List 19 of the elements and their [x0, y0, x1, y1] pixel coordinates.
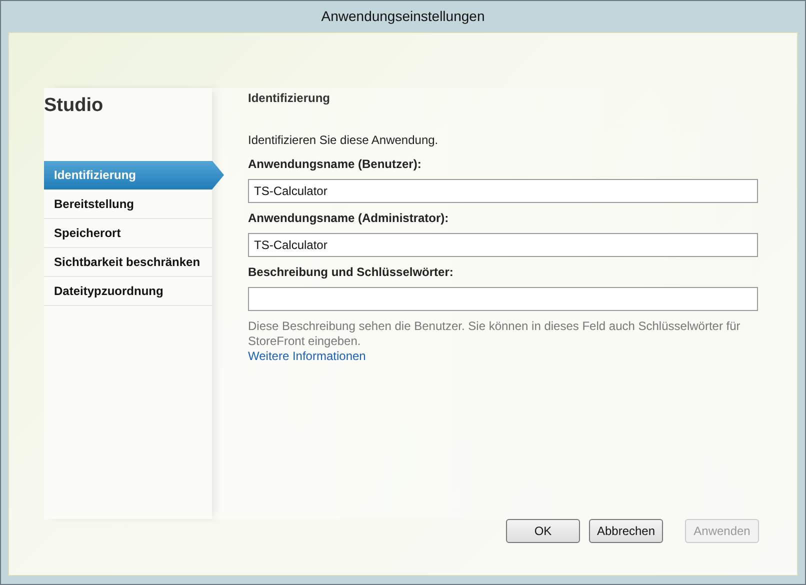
- sidebar-item[interactable]: Dateitypzuordnung: [44, 276, 212, 306]
- text-field[interactable]: TS-Calculator: [248, 179, 758, 203]
- sidebar-heading: Studio: [44, 94, 104, 118]
- hint-text: Diese Beschreibung sehen die Benutzer. Sie können in dieses Feld auch Schlüsselwörter für StoreFront eingeben.: [248, 319, 742, 349]
- sidebar-item[interactable]: Identifizierung: [44, 160, 224, 190]
- dialog-button[interactable]: OK: [506, 519, 580, 543]
- sidebar-item[interactable]: Bereitstellung: [44, 190, 212, 218]
- window-title: Anwendungseinstellungen: [320, 7, 486, 26]
- field-label: Beschreibung und Schlüsselwörter:: [248, 264, 454, 281]
- more-info-link[interactable]: Weitere Informationen: [248, 349, 366, 363]
- sidebar-item[interactable]: Speicherort: [44, 218, 212, 248]
- dialog-button[interactable]: Abbrechen: [589, 519, 663, 543]
- text-field[interactable]: TS-Calculator: [248, 233, 758, 257]
- text-field[interactable]: [248, 287, 758, 311]
- field-label: Anwendungsname (Benutzer):: [248, 156, 422, 173]
- intro-text: Identifizieren Sie diese Anwendung.: [248, 132, 440, 149]
- sidebar-item[interactable]: Sichtbarkeit beschränken: [44, 248, 212, 276]
- field-label: Anwendungsname (Administrator):: [248, 210, 450, 227]
- section-heading: Identifizierung: [248, 90, 331, 107]
